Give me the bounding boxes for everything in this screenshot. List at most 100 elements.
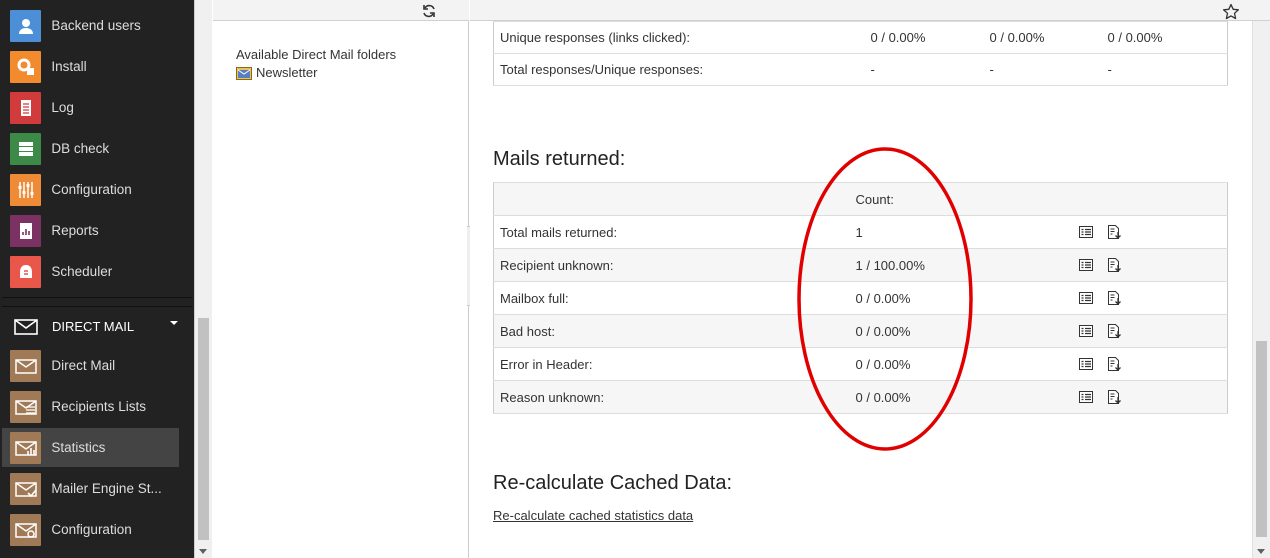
- count-value: 1: [849, 215, 1072, 249]
- header-cell-empty: [493, 182, 850, 216]
- user-icon: [10, 9, 42, 42]
- cell-value: -: [864, 53, 984, 86]
- show-list-icon[interactable]: [1078, 389, 1094, 405]
- bookmark-star-icon[interactable]: [1222, 3, 1240, 21]
- responses-table: Unique responses (links clicked): 0 / 0.…: [493, 21, 1228, 86]
- count-value: 1 / 100.00%: [849, 248, 1072, 282]
- row-label: Total responses/Unique responses:: [493, 53, 865, 86]
- cell-value: -: [1101, 53, 1228, 86]
- folder-tree-panel: Available Direct Mail folders Newsletter: [213, 0, 469, 558]
- count-value: 0 / 0.00%: [849, 281, 1072, 315]
- scrollbar-thumb[interactable]: [198, 318, 209, 540]
- count-column-header: Count:: [849, 182, 1072, 216]
- section-heading-mails-returned: Mails returned:: [493, 148, 626, 170]
- table-row: Mailbox full: 0 / 0.00%: [493, 281, 1228, 315]
- cell-value: -: [983, 53, 1102, 86]
- cell-value: 0 / 0.00%: [864, 21, 984, 54]
- download-csv-icon[interactable]: [1106, 257, 1122, 273]
- section-heading-recalculate: Re-calculate Cached Data:: [493, 472, 733, 494]
- table-row: Total responses/Unique responses: - - -: [493, 53, 1228, 86]
- install-gear-icon: [10, 50, 42, 83]
- show-list-icon[interactable]: [1078, 290, 1094, 306]
- scroll-down-arrow-icon[interactable]: [199, 549, 207, 554]
- table-header-row: Count:: [493, 182, 1228, 216]
- row-label: Recipient unknown:: [493, 248, 850, 282]
- scrollbar-thumb[interactable]: [1256, 341, 1267, 537]
- sidebar-item-scheduler[interactable]: Scheduler: [2, 252, 179, 291]
- sidebar-divider: [2, 297, 192, 298]
- recalculate-cached-data-link[interactable]: Re-calculate cached statistics data: [493, 508, 693, 523]
- sidebar-item-label: Statistics: [51, 440, 106, 455]
- count-value: 0 / 0.00%: [849, 380, 1072, 414]
- db-check-icon: [10, 132, 42, 165]
- show-list-icon[interactable]: [1078, 356, 1094, 372]
- count-value: 0 / 0.00%: [849, 314, 1072, 348]
- sidebar-item-db-check[interactable]: DB check: [2, 129, 179, 168]
- sidebar-item-configuration[interactable]: Configuration: [2, 170, 179, 209]
- sidebar-item-label: Configuration: [51, 182, 132, 197]
- sidebar-item-label: Direct Mail: [51, 358, 116, 373]
- statistics-icon: [10, 431, 42, 464]
- count-value: 0 / 0.00%: [849, 347, 1072, 381]
- sidebar-item-label: Configuration: [51, 522, 132, 537]
- sidebar-scrollbar[interactable]: [194, 0, 212, 558]
- sidebar-item-label: Reports: [51, 223, 99, 238]
- newsletter-folder-icon: [236, 66, 252, 80]
- table-row: Total mails returned: 1: [493, 215, 1228, 249]
- mail-envelope-icon: [10, 311, 42, 343]
- folder-newsletter[interactable]: Newsletter: [236, 65, 317, 80]
- sidebar-item-statistics[interactable]: Statistics: [2, 428, 179, 467]
- nav-toolbar: [213, 0, 469, 21]
- sidebar-item-log[interactable]: Log: [2, 88, 179, 127]
- nav-title: Available Direct Mail folders: [236, 47, 397, 62]
- sidebar-item-backend-users[interactable]: Backend users: [2, 6, 179, 45]
- sidebar-group-direct-mail[interactable]: DIRECT MAIL: [2, 306, 192, 346]
- sidebar-item-label: Log: [51, 100, 74, 115]
- reports-icon: [10, 214, 42, 247]
- folder-label: Newsletter: [256, 65, 318, 80]
- download-csv-icon[interactable]: [1106, 356, 1122, 372]
- table-row: Error in Header: 0 / 0.00%: [493, 347, 1228, 381]
- direct-mail-icon: [10, 349, 42, 382]
- row-label: Total mails returned:: [493, 215, 850, 249]
- download-csv-icon[interactable]: [1106, 323, 1122, 339]
- configuration-sliders-icon: [10, 173, 42, 206]
- refresh-icon[interactable]: [421, 3, 437, 19]
- sidebar-item-label: Scheduler: [51, 264, 113, 279]
- sidebar-item-label: Install: [51, 59, 87, 74]
- sidebar-item-recipients-lists[interactable]: Recipients Lists: [2, 387, 179, 426]
- log-icon: [10, 91, 42, 124]
- sidebar-item-mail-configuration[interactable]: Configuration: [2, 510, 179, 549]
- sidebar-item-mailer-engine[interactable]: Mailer Engine St...: [2, 469, 179, 508]
- download-csv-icon[interactable]: [1106, 290, 1122, 306]
- sidebar-item-label: Mailer Engine St...: [51, 481, 162, 496]
- row-label: Reason unknown:: [493, 380, 850, 414]
- content-frame: Unique responses (links clicked): 0 / 0.…: [470, 0, 1270, 558]
- sidebar-item-direct-mail[interactable]: Direct Mail: [2, 346, 179, 385]
- table-row: Recipient unknown: 1 / 100.00%: [493, 248, 1228, 282]
- download-csv-icon[interactable]: [1106, 224, 1122, 240]
- sidebar-item-label: DB check: [51, 141, 110, 156]
- mail-configuration-icon: [10, 513, 42, 546]
- cell-value: 0 / 0.00%: [983, 21, 1102, 54]
- show-list-icon[interactable]: [1078, 224, 1094, 240]
- sidebar-group-label: DIRECT MAIL: [52, 319, 135, 334]
- row-label: Mailbox full:: [493, 281, 850, 315]
- scroll-down-arrow-icon[interactable]: [1257, 549, 1265, 554]
- scheduler-icon: [10, 255, 42, 288]
- row-label: Error in Header:: [493, 347, 850, 381]
- table-row: Reason unknown: 0 / 0.00%: [493, 380, 1228, 414]
- mails-returned-table: Count: Total mails returned: 1 Recipient u…: [493, 182, 1228, 414]
- content-toolbar: [470, 0, 1270, 21]
- sidebar-item-install[interactable]: Install: [2, 47, 179, 86]
- show-list-icon[interactable]: [1078, 257, 1094, 273]
- row-label: Bad host:: [493, 314, 850, 348]
- show-list-icon[interactable]: [1078, 323, 1094, 339]
- table-row: Bad host: 0 / 0.00%: [493, 314, 1228, 348]
- recipients-lists-icon: [10, 390, 42, 423]
- caret-down-icon[interactable]: [170, 321, 178, 325]
- content-scrollbar[interactable]: [1252, 21, 1270, 558]
- mailer-engine-icon: [10, 472, 42, 505]
- sidebar-item-reports[interactable]: Reports: [2, 211, 179, 250]
- download-csv-icon[interactable]: [1106, 389, 1122, 405]
